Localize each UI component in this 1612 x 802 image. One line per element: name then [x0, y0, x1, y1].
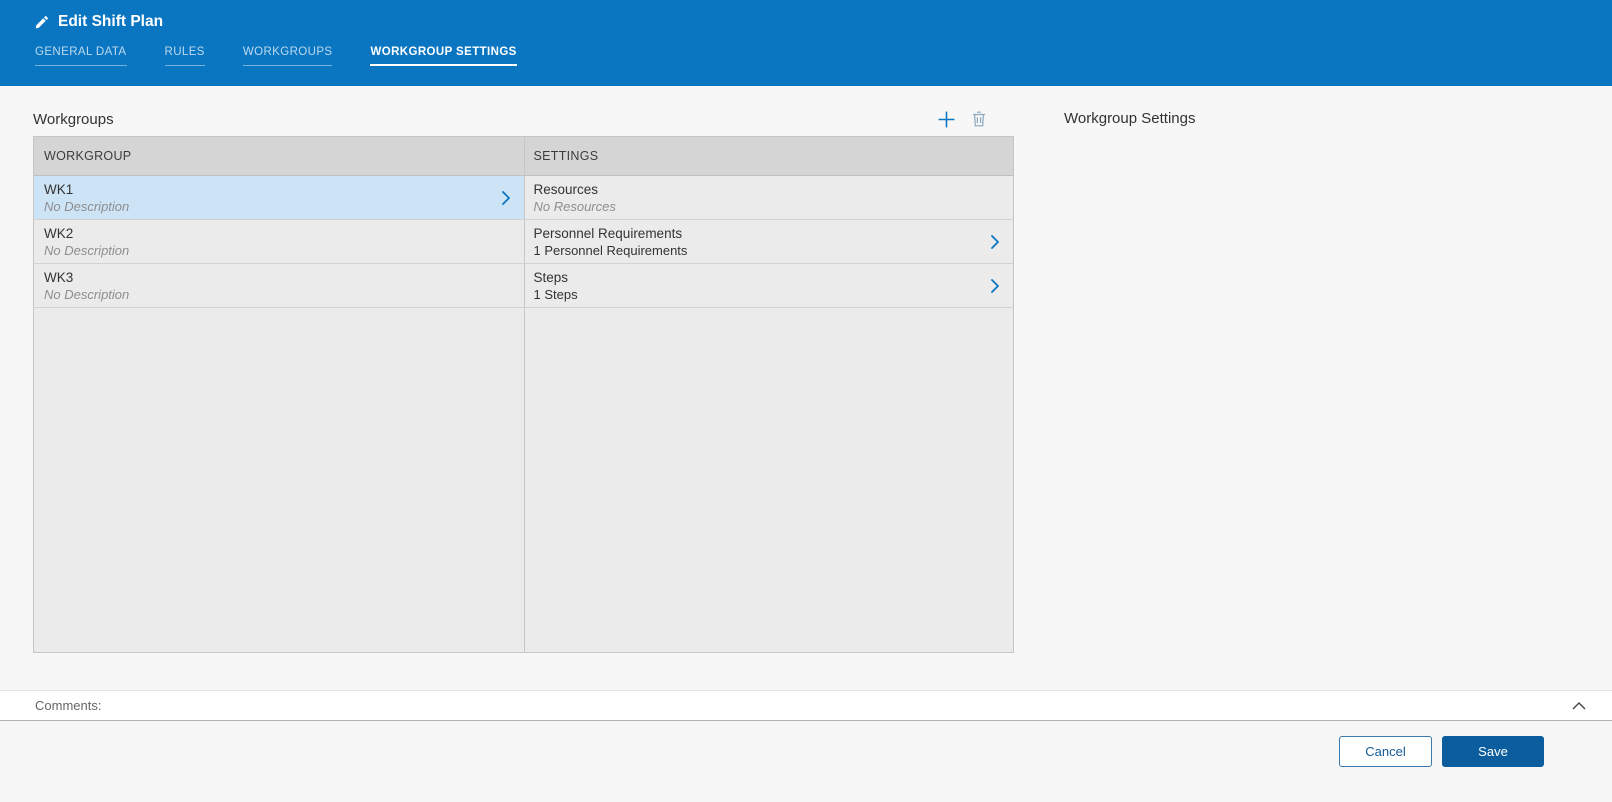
workgroup-description: No Description	[44, 199, 129, 214]
add-workgroup-button[interactable]	[937, 110, 956, 129]
column-header-workgroup: WORKGROUP	[34, 137, 524, 175]
tab-bar: GENERAL DATA RULES WORKGROUPS WORKGROUP …	[35, 46, 1612, 66]
workgroup-name: WK2	[44, 226, 129, 241]
collapse-chevron-up-icon[interactable]	[1572, 702, 1586, 710]
setting-title: Personnel Requirements	[534, 226, 688, 241]
save-button[interactable]: Save	[1442, 736, 1544, 767]
comments-label: Comments:	[35, 698, 101, 713]
setting-title: Steps	[534, 270, 578, 285]
delete-workgroup-button[interactable]	[972, 111, 986, 127]
setting-value: 1 Personnel Requirements	[534, 243, 688, 258]
workgroup-description: No Description	[44, 243, 129, 258]
workgroups-panel: Workgroups WORKGROUP SETTINGS	[33, 86, 1014, 653]
column-header-settings: SETTINGS	[524, 137, 1014, 175]
chevron-right-icon	[991, 279, 999, 293]
workgroup-name: WK3	[44, 270, 129, 285]
setting-value: 1 Steps	[534, 287, 578, 302]
cancel-button[interactable]: Cancel	[1339, 736, 1432, 767]
header-bar: Edit Shift Plan GENERAL DATA RULES WORKG…	[0, 0, 1612, 86]
settings-cell-wk1[interactable]: Resources No Resources	[524, 176, 1014, 220]
tab-rules[interactable]: RULES	[165, 46, 205, 66]
table-row: WK3 No Description Steps 1 Steps	[34, 264, 1013, 308]
tab-workgroups[interactable]: WORKGROUPS	[243, 46, 333, 66]
chevron-right-icon	[991, 235, 999, 249]
workgroups-table: WORKGROUP SETTINGS WK1 No Description	[33, 136, 1014, 653]
workgroup-description: No Description	[44, 287, 129, 302]
workgroup-cell-wk2[interactable]: WK2 No Description	[34, 220, 524, 264]
workgroup-name: WK1	[44, 182, 129, 197]
comments-bar: Comments:	[0, 690, 1612, 721]
settings-cell-wk2[interactable]: Personnel Requirements 1 Personnel Requi…	[524, 220, 1014, 264]
setting-value: No Resources	[534, 199, 616, 214]
table-row: WK1 No Description Resources No Resource…	[34, 176, 1013, 220]
main-content: Workgroups WORKGROUP SETTINGS	[0, 86, 1612, 690]
chevron-right-icon	[502, 191, 510, 205]
footer-bar: Cancel Save	[0, 721, 1612, 802]
edit-pencil-icon	[35, 15, 49, 29]
workgroup-cell-wk1[interactable]: WK1 No Description	[34, 176, 524, 220]
workgroup-settings-panel-title: Workgroup Settings	[1064, 110, 1195, 127]
table-row: WK2 No Description Personnel Requirement…	[34, 220, 1013, 264]
workgroup-cell-wk3[interactable]: WK3 No Description	[34, 264, 524, 308]
workgroups-panel-title: Workgroups	[33, 111, 114, 128]
page-title: Edit Shift Plan	[58, 13, 163, 31]
tab-workgroup-settings[interactable]: WORKGROUP SETTINGS	[370, 46, 516, 66]
setting-title: Resources	[534, 182, 616, 197]
tab-general-data[interactable]: GENERAL DATA	[35, 46, 127, 66]
settings-cell-wk3[interactable]: Steps 1 Steps	[524, 264, 1014, 308]
